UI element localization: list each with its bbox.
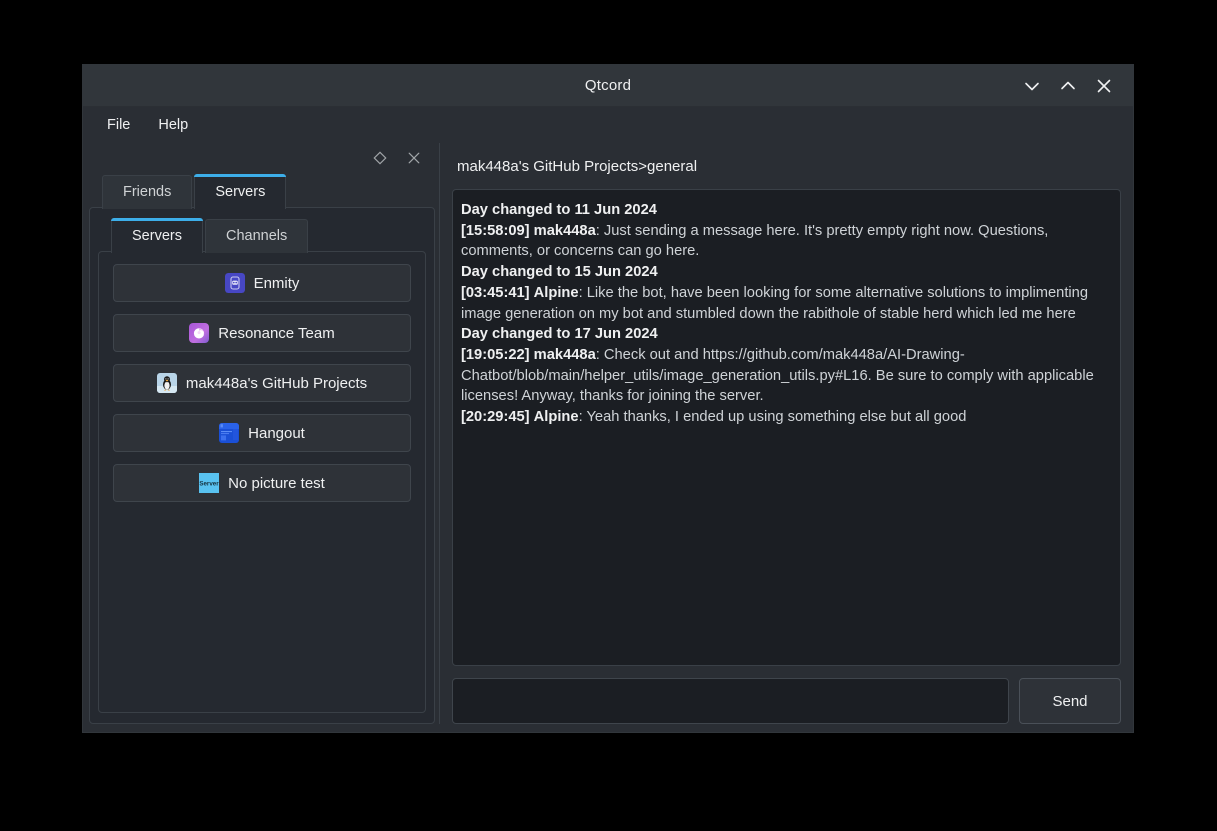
tab-channels[interactable]: Channels xyxy=(204,219,309,253)
app-window: Qtcord File Help Friends Servers Servers… xyxy=(82,64,1134,733)
channel-breadcrumb: mak448a's GitHub Projects>general xyxy=(457,157,698,175)
chevron-down-icon xyxy=(1025,82,1039,90)
left-dock-panel: Friends Servers Servers Channels Enmity … xyxy=(83,143,439,724)
inner-tab-row: Servers Channels xyxy=(98,217,426,253)
server-item-label: mak448a's GitHub Projects xyxy=(185,374,368,392)
message-row: [15:58:09] mak448a: Just sending a messa… xyxy=(461,222,1049,260)
server-item-resonance-team[interactable]: Resonance Team xyxy=(113,314,411,352)
penguin-server-icon xyxy=(156,373,177,393)
server-item-mak448a-github-projects[interactable]: mak448a's GitHub Projects xyxy=(113,364,411,402)
message-daychange: Day changed to 15 Jun 2024 xyxy=(461,264,658,281)
close-icon xyxy=(1097,79,1111,92)
hangout-server-icon xyxy=(219,423,240,443)
server-item-enmity[interactable]: Enmity xyxy=(113,264,411,302)
message-daychange: Day changed to 11 Jun 2024 xyxy=(461,202,657,218)
message-composer: Send xyxy=(452,678,1121,724)
chevron-up-icon xyxy=(1061,81,1075,89)
window-controls xyxy=(1019,73,1133,99)
message-list[interactable]: Day changed to 11 Jun 2024 [15:58:09] ma… xyxy=(452,189,1121,666)
message-row: [20:29:45] Alpine: Yeah thanks, I ended … xyxy=(461,409,967,426)
tab-servers-inner[interactable]: Servers xyxy=(111,218,203,253)
dock-title-bar xyxy=(89,143,435,173)
outer-tab-panel: Servers Channels Enmity Resonance Team m… xyxy=(89,207,435,724)
enmity-server-icon xyxy=(224,273,245,293)
chat-pane: mak448a's GitHub Projects>general Day ch… xyxy=(439,143,1133,724)
server-item-label: Hangout xyxy=(248,424,305,442)
outer-tab-row: Friends Servers xyxy=(89,173,435,209)
server-item-label: Resonance Team xyxy=(218,324,335,342)
menu-bar: File Help xyxy=(83,107,1133,143)
minimize-button[interactable] xyxy=(1019,73,1045,99)
menu-item-file[interactable]: File xyxy=(95,113,142,137)
message-input[interactable] xyxy=(452,678,1009,724)
diamond-icon xyxy=(373,151,387,165)
message-daychange: Day changed to 17 Jun 2024 xyxy=(461,326,658,343)
message-row: [19:05:22] mak448a: Check out and https:… xyxy=(461,347,1094,405)
message-row: [03:45:41] Alpine: Like the bot, have be… xyxy=(461,284,1089,322)
inner-tab-panel: Enmity Resonance Team mak448a's GitHub P… xyxy=(98,251,426,713)
server-item-label: No picture test xyxy=(228,474,325,492)
server-list: Enmity Resonance Team mak448a's GitHub P… xyxy=(113,264,411,502)
menu-item-help[interactable]: Help xyxy=(146,113,200,137)
server-item-label: Enmity xyxy=(253,274,300,292)
maximize-button[interactable] xyxy=(1055,73,1081,99)
tab-servers[interactable]: Servers xyxy=(194,174,287,209)
send-button[interactable]: Send xyxy=(1019,678,1121,724)
server-placeholder-icon: Server xyxy=(199,473,220,493)
resonance-team-server-icon xyxy=(189,323,210,343)
window-title: Qtcord xyxy=(584,77,632,94)
tab-friends[interactable]: Friends xyxy=(102,175,193,209)
main-split: Friends Servers Servers Channels Enmity … xyxy=(83,143,1133,732)
svg-text:Server: Server xyxy=(200,480,220,487)
inner-tab-container: Servers Channels Enmity Resonance Team m… xyxy=(98,217,426,713)
title-bar: Qtcord xyxy=(83,65,1133,107)
server-item-no-picture-test[interactable]: Server No picture test xyxy=(113,464,411,502)
server-item-hangout[interactable]: Hangout xyxy=(113,414,411,452)
dock-float-button[interactable] xyxy=(371,149,389,167)
close-button[interactable] xyxy=(1091,73,1117,99)
dock-close-button[interactable] xyxy=(405,149,423,167)
close-icon xyxy=(408,152,420,164)
